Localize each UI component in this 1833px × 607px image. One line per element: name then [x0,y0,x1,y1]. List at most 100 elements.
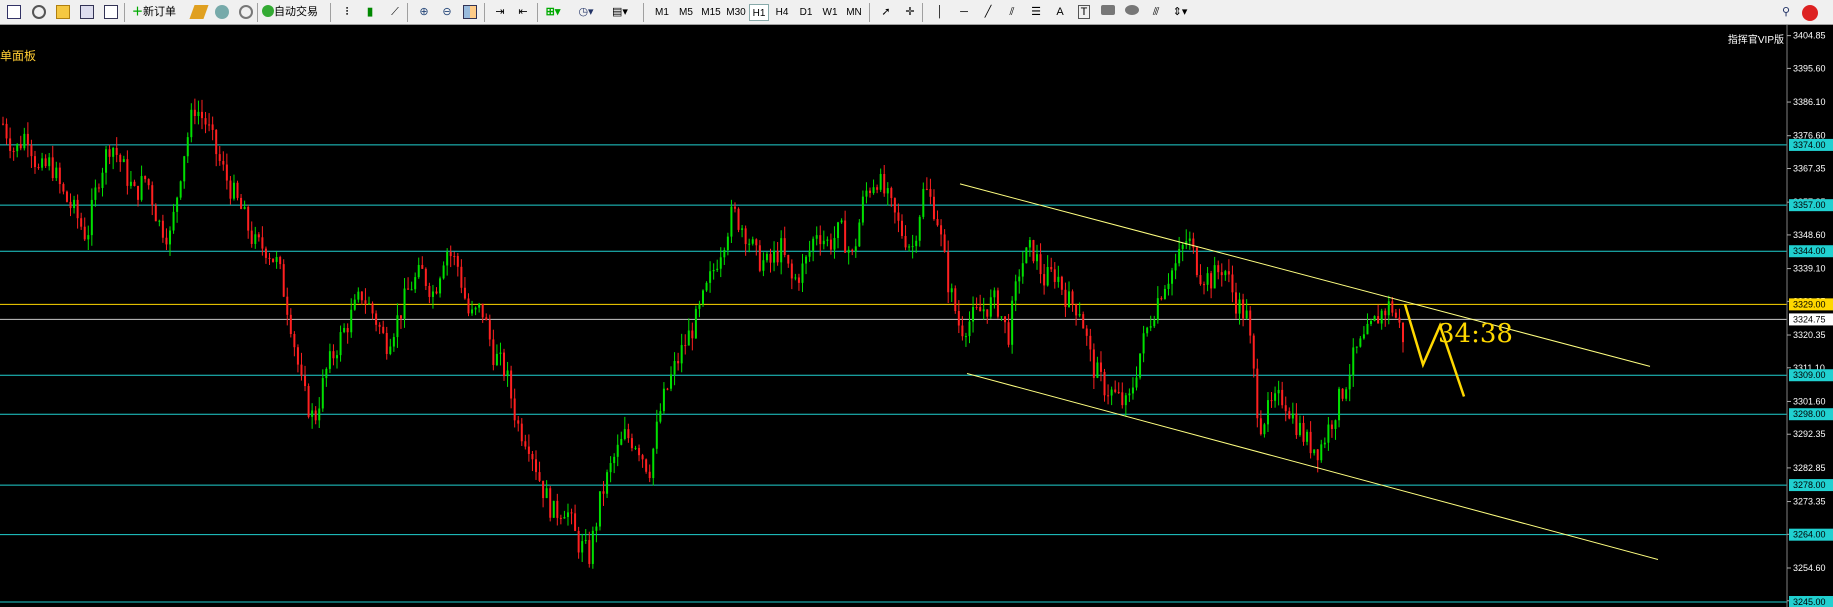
candle-body [1096,362,1099,378]
candle-body [382,326,385,333]
candle-body [1103,371,1106,396]
order-panel-label[interactable]: 单面板 [0,47,36,64]
timeframe-m15[interactable]: M15 [699,4,723,21]
candle-body [769,253,772,263]
crosshair-icon[interactable]: ✛ [902,3,918,22]
candle-body [1110,389,1113,396]
candle-body [478,303,481,308]
templates-icon[interactable]: ▤▾ [612,3,628,22]
candle-body [936,219,939,226]
zoom-in-icon[interactable]: ⊕ [416,3,432,22]
candle-body [1153,320,1156,327]
indicators-icon[interactable]: ⊞▾ [545,3,561,22]
timeframe-d1[interactable]: D1 [796,4,816,21]
candle-body [1014,281,1017,301]
axis-tick-label: 3367.35 [1793,163,1826,173]
candle-body [200,111,203,119]
timeframe-m5[interactable]: M5 [676,4,696,21]
candle-body [5,123,8,139]
search-icon[interactable]: ⚲ [1778,3,1794,22]
trendline-icon[interactable]: ╱ [980,3,996,22]
candle-body [929,189,932,197]
candle-body [453,256,456,258]
timeframe-h4[interactable]: H4 [772,4,792,21]
timeframe-w1[interactable]: W1 [820,4,840,21]
ellipse-icon[interactable] [1124,3,1140,22]
candle-body [101,172,104,188]
candle-body [499,352,502,354]
candle-body [655,421,658,449]
candle-body [300,364,303,376]
star-folder-icon[interactable] [55,3,71,22]
current-price-tag-label: 3324.75 [1793,314,1826,324]
candle-body [648,471,651,479]
candle-body [869,190,872,194]
candle-body [584,540,587,542]
candle-body [1345,389,1348,399]
candle-body [1291,413,1294,419]
toolbar-separator [330,3,331,22]
candle-body [44,158,47,167]
candle-body [1330,424,1333,429]
new-order-button[interactable]: ＋新订单 [132,3,187,22]
candle-body [336,355,339,359]
candle-body [890,188,893,199]
gold-bar-icon[interactable] [189,3,209,22]
candle-body [1380,310,1383,324]
tile-windows-icon[interactable] [462,3,478,22]
new-chart-icon[interactable] [6,3,22,22]
candlestick-icon[interactable]: ▮ [362,3,378,22]
candle-body [1163,288,1166,299]
vertical-line-icon[interactable]: │ [932,3,948,22]
timeframe-m1[interactable]: M1 [652,4,672,21]
candle-body [833,237,836,250]
candle-body [446,251,449,266]
price-chart[interactable]: 3404.853395.603386.103376.603367.353357.… [0,25,1833,607]
notification-icon[interactable] [1802,3,1818,22]
price-axis: 3404.853395.603386.103376.603367.353357.… [1786,25,1833,607]
candle-body [897,212,900,221]
fibonacci-icon[interactable]: ☰ [1028,3,1044,22]
text-label-icon[interactable]: T [1076,3,1092,22]
toolbar-separator [869,3,870,22]
candle-body [115,147,118,155]
navigator-icon[interactable] [79,3,95,22]
text-tool-icon[interactable]: A [1052,3,1068,22]
signal-icon[interactable] [238,3,254,22]
horizontal-line-icon[interactable]: ─ [956,3,972,22]
candle-body [264,248,267,258]
candle-body [229,180,232,199]
line-chart-icon[interactable]: ⟋ [387,3,403,22]
data-window-icon[interactable] [103,3,119,22]
cursor-icon[interactable]: ➚ [878,3,894,22]
candle-body [908,246,911,248]
bar-chart-icon[interactable]: ⫶ [339,3,355,22]
candle-body [268,257,271,259]
timeframe-mn[interactable]: MN [843,4,865,21]
auto-trade-button[interactable]: 自动交易 [262,3,324,22]
zoom-out-icon[interactable]: ⊖ [439,3,455,22]
timeframe-m30[interactable]: M30 [724,4,748,21]
candle-body [80,218,83,227]
equidistant-channel-icon[interactable]: ⫽ [1004,3,1020,22]
timeframe-h1[interactable]: H1 [749,4,769,21]
candle-body [1234,292,1237,314]
candle-body [350,309,353,333]
rectangle-icon[interactable] [1100,3,1116,22]
crosshair-profile-icon[interactable] [31,3,47,22]
candle-body [272,258,275,262]
chart-shift-icon[interactable]: ⇥ [492,3,508,22]
candle-body [606,472,609,494]
candle-body [940,225,943,235]
candle-body [1274,393,1277,401]
candle-body [1025,247,1028,264]
fibonacci-fan-icon[interactable]: ⫻ [1148,3,1164,22]
candle-body [396,315,399,338]
auto-scroll-icon[interactable]: ⇤ [515,3,531,22]
candle-body [410,289,413,291]
candle-body [105,149,108,173]
person-icon[interactable] [214,3,230,22]
periods-icon[interactable]: ◷▾ [578,3,594,22]
level-price-tag-label: 3357.00 [1793,200,1826,210]
arrows-icon[interactable]: ⇕▾ [1172,3,1188,22]
